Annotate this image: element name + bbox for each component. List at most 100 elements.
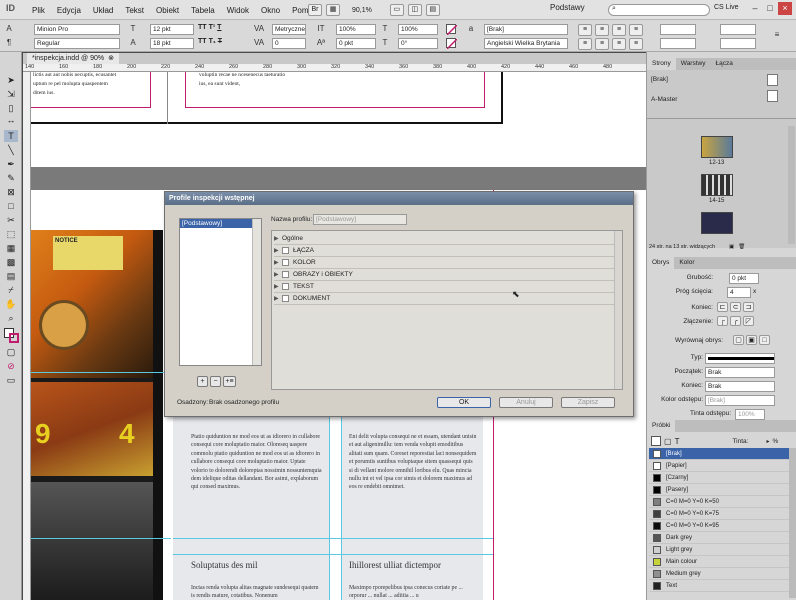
font-style-field[interactable]: Regular [34,38,120,49]
tree-row-text[interactable]: ▶ TEKST [274,281,614,293]
gap-color-field[interactable]: [Brak] [705,395,775,406]
direct-selection-tool-icon[interactable]: ⇲ [4,88,18,100]
kerning-field[interactable]: Metryczne [272,24,306,35]
justify-center-icon[interactable]: ≡ [595,38,609,50]
horizontal-scale-field[interactable]: 100% [398,24,438,35]
tab-layers[interactable]: Warstwy [676,58,711,70]
minimize-icon[interactable]: – [748,2,762,15]
last-line-indent-field[interactable] [720,38,756,49]
scissors-tool-icon[interactable]: ✂ [4,214,18,226]
menu-view[interactable]: Widok [227,6,249,15]
gradient-feather-tool-icon[interactable]: ▩ [4,256,18,268]
tab-stroke[interactable]: Obrys [647,257,675,269]
tab-color[interactable]: Kolor [674,257,699,269]
selection-tool-icon[interactable]: ➤ [4,74,18,86]
align-center-icon[interactable]: ≡ [595,24,609,36]
panel-menu-icon[interactable]: ≡ [772,30,782,40]
master-thumb[interactable] [767,74,778,86]
master-a[interactable]: A-Master [651,96,677,103]
tree-scrollbar[interactable] [614,231,622,389]
minibridge-icon[interactable]: ▦ [326,4,340,16]
swatch-row[interactable]: Text [649,580,789,592]
profile-list[interactable]: [Podstawowy] [179,218,262,366]
swatch-row[interactable]: C=0 M=0 Y=0 K=95 [649,520,789,532]
vertical-scale-field[interactable]: 100% [336,24,376,35]
profile-list-item[interactable]: [Podstawowy] [180,219,261,228]
new-profile-button[interactable]: + [197,376,208,387]
expand-triangle-icon[interactable]: ▶ [274,234,282,245]
align-center-stroke-icon[interactable]: ▢ [733,335,744,345]
vertical-ruler[interactable] [23,72,31,600]
menu-file[interactable]: Plik [32,6,45,15]
swatch-row[interactable]: Dark grey [649,532,789,544]
gap-tint-field[interactable]: 100% [735,409,765,420]
tree-row-images[interactable]: ▶ OBRAZY i OBIEKTY [274,269,614,281]
skew-field[interactable]: 0° [398,38,438,49]
free-transform-tool-icon[interactable]: ⬚ [4,228,18,240]
delete-profile-button[interactable]: − [210,376,221,387]
tab-close-icon[interactable]: ⊗ [108,53,114,64]
profile-list-scrollbar[interactable] [252,219,261,365]
cancel-button[interactable]: Anuluj [499,397,553,408]
round-join-icon[interactable]: ╭ [730,316,741,326]
gradient-tool-icon[interactable]: ▦ [4,242,18,254]
spread-thumb[interactable] [701,174,733,196]
miter-field[interactable]: 4 [727,287,751,298]
justify-left-icon[interactable]: ≡ [578,38,592,50]
justify-right-icon[interactable]: ≡ [612,38,626,50]
document-tab[interactable]: *inspekcja.indd @ 90% ⊗ [27,53,119,64]
tracking-field[interactable]: 0 [272,38,306,49]
end-field[interactable]: Brak [705,381,775,392]
swatch-text-icon[interactable]: T [675,437,680,446]
superscript-button[interactable]: T¹ [209,24,216,31]
align-left-icon[interactable]: ≡ [578,24,592,36]
align-outside-stroke-icon[interactable]: □ [759,335,770,345]
right-indent-field[interactable] [720,24,756,35]
expand-triangle-icon[interactable]: ▶ [274,294,282,305]
all-caps-button[interactable]: TT [198,24,207,31]
horizontal-ruler[interactable]: 140 160 180 200 220 240 260 280 300 320 … [23,64,646,72]
swatch-row[interactable]: [Brak] [649,448,789,460]
leading-field[interactable]: 18 pkt [150,38,194,49]
rectangle-frame-tool-icon[interactable]: ⊠ [4,186,18,198]
master-thumb[interactable] [767,90,778,102]
screen-mode-icon[interactable]: ◫ [407,4,422,16]
strikethrough-button[interactable]: T [218,38,222,45]
new-page-icon[interactable]: ▣ [729,244,734,250]
swatch-row[interactable]: Medium grey [649,568,789,580]
menu-window[interactable]: Okno [261,6,280,15]
small-caps-button[interactable]: TT [198,38,207,45]
first-line-indent-field[interactable] [660,38,696,49]
bevel-join-icon[interactable]: ◸ [743,316,754,326]
para-format-icon[interactable]: ¶ [4,38,14,48]
weight-field[interactable]: 0 pkt [729,273,759,284]
tree-row-document[interactable]: ▶ DOKUMENT [274,293,614,305]
font-family-field[interactable]: Minion Pro [34,24,120,35]
view-options-icon[interactable]: ▭ [389,4,404,16]
menu-layout[interactable]: Układ [93,6,113,15]
square-cap-icon[interactable]: ⊐ [743,302,754,312]
subscript-button[interactable]: T₁ [209,38,216,45]
eyedropper-tool-icon[interactable]: ⌿ [4,284,18,296]
type-tool-icon[interactable]: T [4,130,18,142]
bridge-icon[interactable]: Br [308,4,322,16]
align-right-icon[interactable]: ≡ [612,24,626,36]
pen-tool-icon[interactable]: ✒ [4,158,18,170]
tab-links[interactable]: Łącza [710,58,737,70]
menu-edit[interactable]: Edycja [57,6,81,15]
expand-triangle-icon[interactable]: ▶ [274,282,282,293]
hand-tool-icon[interactable]: ✋ [4,298,18,310]
tab-pages[interactable]: Strony [647,58,676,70]
tree-row-links[interactable]: ▶ ŁĄCZA [274,245,614,257]
round-cap-icon[interactable]: ⊂ [730,302,741,312]
master-none[interactable]: [Brak] [651,76,668,83]
expand-triangle-icon[interactable]: ▶ [274,246,282,257]
fill-none-swatch[interactable] [446,24,458,36]
category-checkbox[interactable] [282,282,289,290]
swatch-row[interactable]: Main colour [649,556,789,568]
category-checkbox[interactable] [282,294,289,302]
close-icon[interactable]: × [778,2,792,15]
stroke-swatch-icon[interactable] [9,333,19,343]
spread-thumb[interactable] [701,212,733,234]
left-indent-field[interactable] [660,24,696,35]
